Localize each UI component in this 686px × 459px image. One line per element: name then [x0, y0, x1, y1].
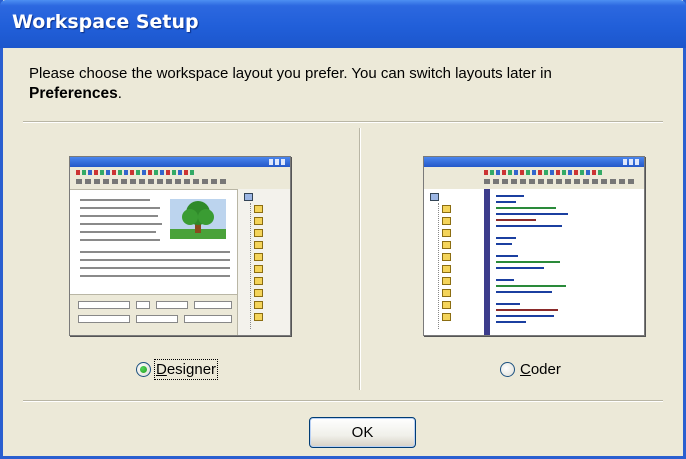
code-line: [496, 243, 512, 245]
coder-layout-preview[interactable]: [423, 156, 645, 336]
toolbar-icons: [484, 170, 604, 175]
text-line: [80, 231, 156, 233]
designer-option[interactable]: Designer: [136, 358, 219, 380]
folder-icon: [442, 289, 451, 297]
folder-icon: [254, 205, 263, 213]
code-line: [496, 207, 556, 209]
instruction-main: Please choose the workspace layout you p…: [29, 65, 552, 82]
designer-radio[interactable]: [136, 361, 151, 377]
text-line: [80, 215, 158, 217]
text-line: [80, 251, 230, 253]
preview-titlebar: [70, 157, 290, 167]
code-line: [496, 279, 514, 281]
folder-icon: [254, 217, 263, 225]
prop-field: [78, 315, 130, 323]
folder-icon: [442, 217, 451, 225]
site-icon: [430, 193, 439, 201]
preview-toolbar: [70, 167, 290, 190]
window-controls-icon: [269, 159, 287, 165]
prop-field: [136, 315, 178, 323]
toolbar-icons: [76, 170, 196, 175]
design-canvas: [74, 191, 234, 291]
prop-field: [184, 315, 232, 323]
bottom-separator: [23, 400, 663, 402]
coder-label[interactable]: Coder: [520, 361, 561, 378]
folder-icon: [442, 229, 451, 237]
folder-icon: [442, 277, 451, 285]
prop-field: [194, 301, 232, 309]
designer-accelerator: D: [156, 360, 167, 378]
code-line: [496, 315, 554, 317]
code-line: [496, 201, 516, 203]
code-line: [496, 213, 568, 215]
option-divider: [359, 128, 361, 390]
preview-toolbar: [424, 167, 644, 190]
prop-field: [136, 301, 150, 309]
text-line: [80, 239, 160, 241]
folder-icon: [254, 265, 263, 273]
code-line: [496, 303, 520, 305]
title-bar[interactable]: Workspace Setup: [0, 0, 686, 48]
code-line: [496, 261, 560, 263]
code-line: [496, 291, 552, 293]
instruction-suffix: .: [117, 85, 122, 102]
coder-accelerator: C: [520, 360, 531, 378]
instruction-text: Please choose the workspace layout you p…: [29, 64, 659, 104]
tree-connector: [250, 203, 251, 329]
coder-option[interactable]: Coder: [500, 358, 561, 380]
code-line: [496, 321, 526, 323]
text-line: [80, 207, 160, 209]
ok-button[interactable]: OK: [309, 417, 416, 448]
folder-icon: [442, 301, 451, 309]
coder-label-rest: oder: [530, 360, 561, 378]
code-line: [496, 309, 558, 311]
designer-label[interactable]: Designer: [153, 358, 219, 380]
text-line: [80, 199, 150, 201]
site-icon: [244, 193, 253, 201]
code-line: [496, 195, 524, 197]
folder-icon: [442, 253, 451, 261]
prop-field: [156, 301, 188, 309]
designer-layout-preview[interactable]: [69, 156, 291, 336]
prop-field: [78, 301, 130, 309]
top-separator: [23, 121, 663, 123]
file-tree-panel: [424, 189, 485, 335]
text-line: [80, 267, 230, 269]
preview-titlebar: [424, 157, 644, 167]
folder-icon: [254, 289, 263, 297]
toolbar-icons: [484, 179, 634, 184]
folder-icon: [442, 313, 451, 321]
designer-label-rest: esigner: [166, 360, 217, 378]
code-line: [496, 267, 544, 269]
code-line: [496, 219, 536, 221]
workspace-setup-dialog: Workspace Setup Please choose the worksp…: [0, 0, 686, 459]
folder-icon: [442, 265, 451, 273]
properties-panel: [70, 294, 238, 335]
file-tree-panel: [237, 189, 290, 335]
text-line: [80, 223, 162, 225]
toolbar-icons: [76, 179, 226, 184]
coder-radio[interactable]: [500, 361, 515, 377]
folder-icon: [442, 241, 451, 249]
code-line: [496, 285, 566, 287]
window-title: Workspace Setup: [12, 11, 199, 33]
code-line: [496, 237, 516, 239]
folder-icon: [442, 205, 451, 213]
tree-image-icon: [170, 199, 226, 239]
window-controls-icon: [623, 159, 641, 165]
folder-icon: [254, 301, 263, 309]
folder-icon: [254, 253, 263, 261]
preferences-emphasis: Preferences: [29, 85, 118, 102]
text-line: [80, 275, 230, 277]
folder-icon: [254, 241, 263, 249]
text-line: [80, 259, 230, 261]
tree-connector: [438, 203, 439, 329]
code-line: [496, 225, 562, 227]
folder-icon: [254, 229, 263, 237]
folder-icon: [254, 277, 263, 285]
code-editor: [490, 189, 644, 335]
folder-icon: [254, 313, 263, 321]
code-line: [496, 255, 518, 257]
